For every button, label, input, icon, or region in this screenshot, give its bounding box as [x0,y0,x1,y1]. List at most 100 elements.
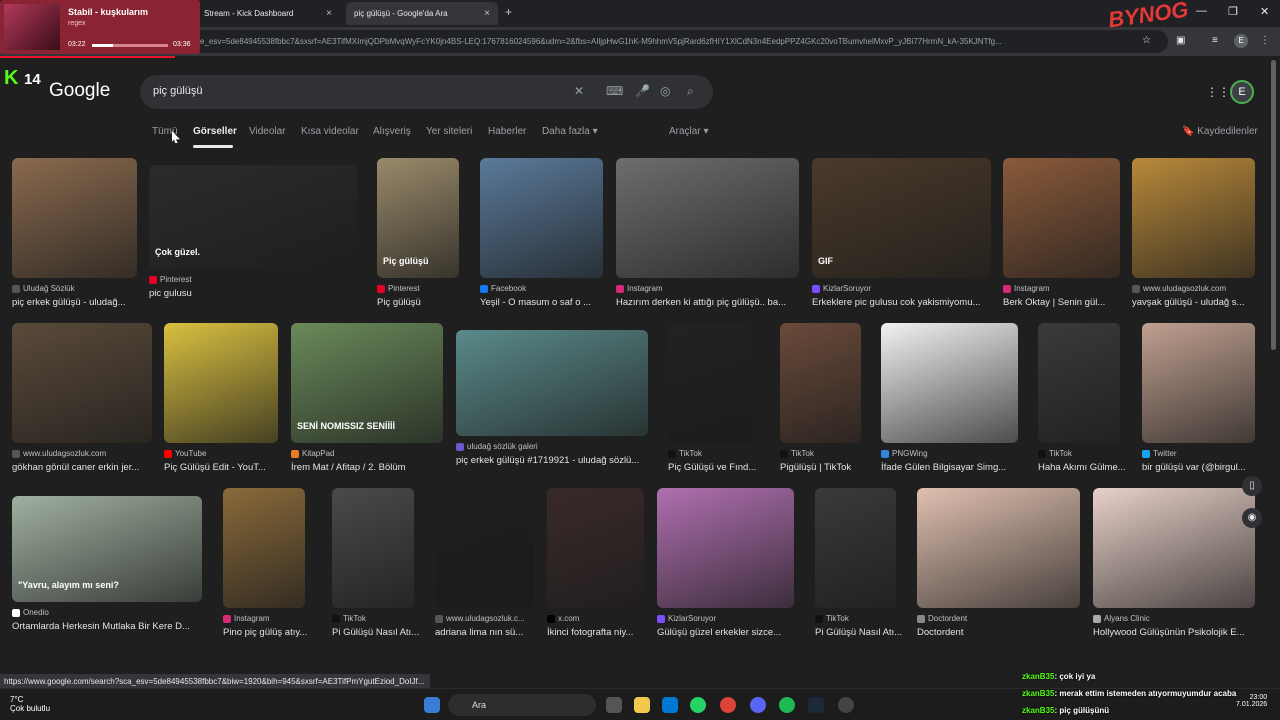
image-result[interactable]: YouTube Piç Gülüşü Edit - YouT... [164,323,278,485]
tab-short-videos[interactable]: Kısa videolar [301,126,359,137]
image-result[interactable]: TikTok Haha Akımı Gülme... [1038,323,1126,485]
media-control-icon[interactable]: ≡ [1212,35,1218,46]
image-result[interactable]: TikTok Piç Gülüşü ve Fınd... [668,323,756,485]
image-result[interactable]: www.uludagsozluk.com gökhan gönül caner e… [12,323,152,485]
image-result[interactable]: x.com İkinci fotografta niy... [547,488,644,650]
tab-images[interactable]: Görseller [193,126,237,137]
image-result[interactable]: uludağ sözlük galeri piç erkek gülüşü #17… [456,330,648,478]
close-window-icon[interactable]: ✕ [1260,5,1269,18]
browser-profile-avatar[interactable]: E [1234,34,1248,48]
result-title[interactable]: Piç gülüşü [377,297,469,308]
result-title[interactable]: Yeşil - O masum o saf o ... [480,297,613,308]
image-result[interactable]: Alyans Clinic Hollywood Gülüşünün Psikolo… [1093,488,1255,650]
google-logo[interactable]: Google [49,80,110,102]
tools-button[interactable]: Araçlar ▾ [669,126,708,137]
close-icon[interactable]: × [326,8,332,19]
whatsapp-icon[interactable] [690,697,706,713]
result-thumbnail[interactable] [547,488,644,608]
progress-bar[interactable] [92,44,168,47]
bookmark-star-icon[interactable]: ☆ [1142,35,1151,46]
mail-icon[interactable] [662,697,678,713]
tab-more[interactable]: Daha fazla ▾ [542,126,598,137]
result-thumbnail[interactable] [456,330,648,436]
result-title[interactable]: pic gulusu [149,288,367,299]
tab-places[interactable]: Yer siteleri [426,126,472,137]
file-explorer-icon[interactable] [634,697,650,713]
steam-icon[interactable] [808,697,824,713]
result-title[interactable]: İkinci fotografta niy... [547,627,654,638]
search-box[interactable]: piç gülüşü ✕ ⌨ 🎤 ◎ ⌕ [140,75,713,109]
weather-widget[interactable]: 7°C Çok bulutlu [10,695,50,713]
image-result[interactable]: Onedio Ortamlarda Herkesin Mutlaka Bir Ke… [12,496,202,644]
result-title[interactable]: İfade Gülen Bilgisayar Simg... [881,462,1028,473]
result-thumbnail[interactable] [815,488,896,608]
address-bar[interactable]: e_esv=5de84945538fbbc7&sxsrf=AE3TifMXImj… [60,30,1168,53]
extension-round-icon[interactable]: ◉ [1242,508,1262,528]
discord-icon[interactable] [750,697,766,713]
result-thumbnail[interactable] [657,488,794,608]
extension-icon[interactable]: ▣ [1176,35,1185,46]
side-panel-icon[interactable]: ▯ [1242,476,1262,496]
image-result[interactable]: KizlarSoruyor Gülüşü güzel erkekler sizce… [657,488,794,650]
result-title[interactable]: Hazırım derken ki attığı piç gülüşü.. ba… [616,297,809,308]
result-thumbnail[interactable] [812,158,991,278]
result-title[interactable]: yavşak gülüşü - uludağ s... [1132,297,1265,308]
search-icon[interactable]: ⌕ [687,84,694,99]
image-result[interactable]: Facebook Yeşil - O masum o saf o ... [480,158,603,320]
result-thumbnail[interactable] [223,488,305,608]
result-title[interactable]: Doctordent [917,627,1090,638]
image-result[interactable]: Pinterest Piç gülüşü Piç gülüşü [377,158,459,320]
clear-icon[interactable]: ✕ [574,84,584,98]
microphone-icon[interactable]: 🎤 [635,84,650,98]
result-thumbnail[interactable] [917,488,1080,608]
image-result[interactable]: KitapPad İrem Mat / Afitap / 2. Bölüm SENİ… [291,323,443,485]
image-result[interactable]: www.uludagsozluk.c... adriana lima nın sü… [435,488,534,650]
scrollbar[interactable] [1271,60,1276,350]
result-thumbnail[interactable] [12,323,152,443]
tab-news[interactable]: Haberler [488,126,526,137]
result-thumbnail[interactable] [616,158,799,278]
image-result[interactable]: Instagram Pino piç gülüş atıy... [223,488,307,650]
result-title[interactable]: Hollywood Gülüşünün Psikolojik E... [1093,627,1265,638]
result-title[interactable]: Pi Gülüşü Nasıl Atı... [815,627,906,638]
result-title[interactable]: Erkeklere pic gulusu cok yakismiyomu... [812,297,1001,308]
search-input[interactable]: piç gülüşü [153,85,203,97]
result-thumbnail[interactable] [12,158,137,278]
result-title[interactable]: Berk Oktay | Senin gül... [1003,297,1130,308]
result-title[interactable]: piç erkek gülüşü - uludağ... [12,297,147,308]
obs-icon[interactable] [838,697,854,713]
image-result[interactable]: www.uludagsozluk.com yavşak gülüşü - ulud… [1132,158,1255,320]
result-title[interactable]: gökhan gönül caner erkin jer... [12,462,162,473]
result-title[interactable]: bir gülüşü var (@birgul... [1142,462,1265,473]
image-result[interactable]: Instagram Hazırım derken ki attığı piç gü… [616,158,799,320]
image-result[interactable]: Twitter bir gülüşü var (@birgul... [1142,323,1255,485]
result-title[interactable]: İrem Mat / Afitap / 2. Bölüm [291,462,453,473]
result-thumbnail[interactable] [1132,158,1255,278]
account-avatar[interactable]: E [1230,80,1254,104]
spotify-icon[interactable] [779,697,795,713]
result-title[interactable]: Pino piç gülüş atıy... [223,627,315,638]
start-icon[interactable] [424,697,440,713]
result-title[interactable]: Pi Gülüşü Nasıl Atı... [332,627,424,638]
task-view-icon[interactable] [606,697,622,713]
result-title[interactable]: Haha Akımı Gülme... [1038,462,1130,473]
image-result[interactable]: TikTok Pi Gülüşü Nasıl Atı... [815,488,902,650]
result-thumbnail[interactable] [164,323,278,443]
result-title[interactable]: Gülüşü güzel erkekler sizce... [657,627,804,638]
result-title[interactable]: piç erkek gülüşü #1719921 - uludağ sözlü… [456,455,658,466]
saved-button[interactable]: 🔖 Kaydedilenler [1182,126,1258,137]
tab-google-search[interactable]: piç gülüşü - Google'da Ara × [346,2,498,25]
result-thumbnail[interactable] [480,158,603,278]
result-thumbnail[interactable] [668,323,751,443]
keyboard-icon[interactable]: ⌨ [606,84,623,98]
result-thumbnail[interactable] [435,488,534,608]
result-title[interactable]: Piç Gülüşü ve Fınd... [668,462,761,473]
lens-icon[interactable]: ◎ [660,84,670,98]
tab-videos[interactable]: Videolar [249,126,286,137]
result-thumbnail[interactable] [332,488,414,608]
clock[interactable]: 23:00 7.01.2026 [1236,694,1267,708]
tab-kick-dashboard[interactable]: Stream - Kick Dashboard × [196,2,340,25]
image-result[interactable]: Doctordent Doctordent [917,488,1080,650]
result-thumbnail[interactable] [1003,158,1120,278]
image-result[interactable]: PNGWing İfade Gülen Bilgisayar Simg... [881,323,1018,485]
